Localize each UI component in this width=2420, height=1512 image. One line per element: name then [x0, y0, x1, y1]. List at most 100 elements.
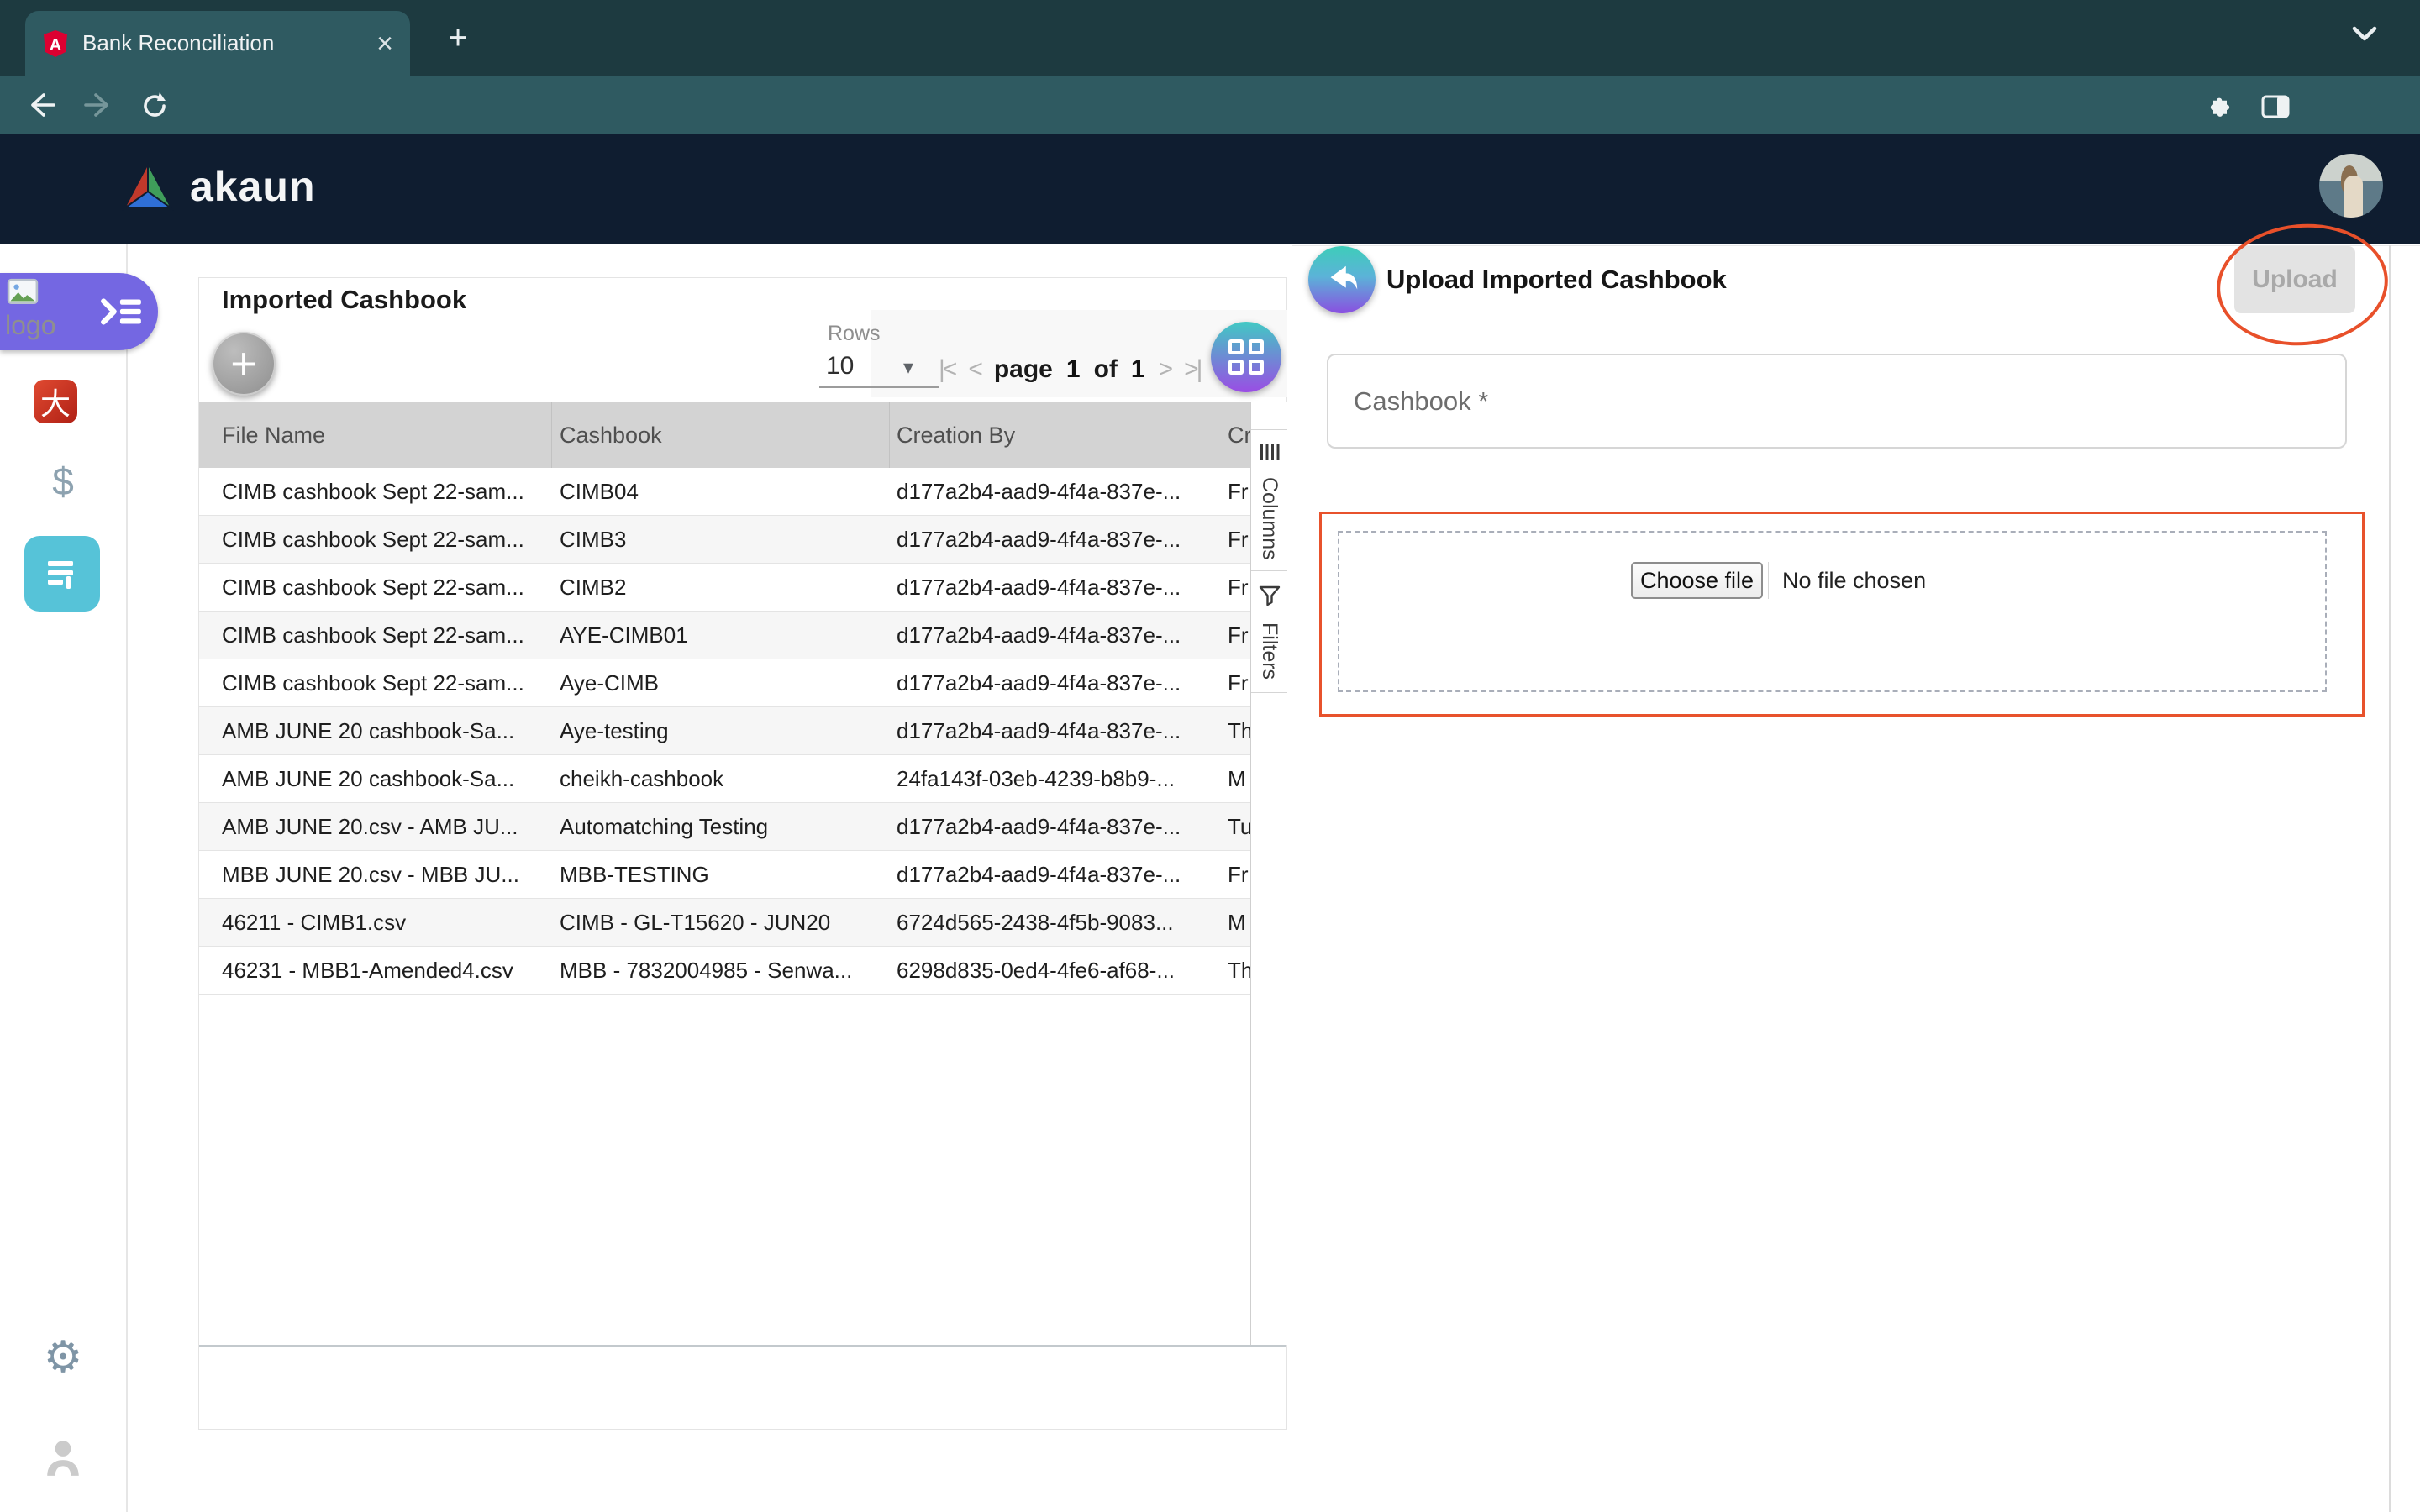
table-row[interactable]: CIMB cashbook Sept 22-sam... CIMB04d177a2…: [199, 468, 1250, 516]
prev-page-button[interactable]: <: [968, 355, 981, 384]
cell-cashbook: Aye-testing: [560, 718, 892, 744]
col-header-creation-by[interactable]: Creation By: [897, 423, 1015, 449]
angular-favicon-icon: A: [42, 29, 69, 58]
table-row[interactable]: CIMB cashbook Sept 22-sam...Aye-CIMBd177…: [199, 659, 1250, 707]
pagination: |< < page 1 of 1 > >|: [939, 355, 1200, 384]
cell-cashbook: CIMB04: [560, 479, 892, 505]
tab-columns[interactable]: Columns: [1257, 477, 1281, 560]
cell-file: CIMB cashbook Sept 22-sam...: [222, 622, 550, 648]
reload-icon[interactable]: [139, 91, 170, 121]
settings-gear-icon[interactable]: ⚙: [0, 1332, 126, 1383]
tab-title: Bank Reconciliation: [82, 30, 368, 56]
last-page-button[interactable]: >|: [1184, 355, 1200, 384]
cell-creation-by: 6298d835-0ed4-4fe6-af68-...: [897, 958, 1216, 984]
table-row[interactable]: AMB JUNE 20 cashbook-Sa...cheikh-cashboo…: [199, 755, 1250, 803]
cell-creation-date: Fr: [1228, 527, 1250, 553]
choose-file-button[interactable]: Choose file: [1631, 562, 1763, 599]
table-row[interactable]: 46231 - MBB1-Amended4.csvMBB - 783200498…: [199, 947, 1250, 995]
sidebar-expand-icon[interactable]: [99, 293, 145, 330]
panel-scrollbar[interactable]: [2389, 245, 2391, 1512]
col-header-cashbook[interactable]: Cashbook: [560, 423, 662, 449]
tab-filters[interactable]: Filters: [1257, 622, 1281, 680]
cashbook-field-label: Cashbook *: [1354, 386, 1488, 417]
cell-creation-date: Th: [1228, 718, 1250, 744]
table-body: CIMB cashbook Sept 22-sam...CIMB04d177a2…: [199, 468, 1250, 995]
cashbook-select-field[interactable]: Cashbook *: [1327, 354, 2347, 449]
file-input-divider: [1768, 562, 1769, 599]
cell-cashbook: AYE-CIMB01: [560, 622, 892, 648]
cell-creation-by: d177a2b4-aad9-4f4a-837e-...: [897, 479, 1216, 505]
sidebar-item-cashbook-active[interactable]: [24, 536, 100, 612]
cell-creation-date: Fr: [1228, 622, 1250, 648]
grid-view-button[interactable]: [1211, 322, 1281, 392]
new-tab-button[interactable]: +: [439, 20, 477, 59]
table-row[interactable]: AMB JUNE 20 cashbook-Sa...Aye-testingd17…: [199, 707, 1250, 755]
cell-creation-by: d177a2b4-aad9-4f4a-837e-...: [897, 814, 1216, 840]
sidebar-logo-pill[interactable]: logo: [0, 273, 158, 350]
svg-text:A: A: [50, 36, 61, 55]
browser-toolbar: akaun.cloud/#/applets/wavelet/erp/bank-r…: [0, 76, 2420, 134]
tab-close-icon[interactable]: ×: [376, 29, 393, 58]
cell-creation-by: d177a2b4-aad9-4f4a-837e-...: [897, 862, 1216, 888]
first-page-button[interactable]: |<: [939, 355, 955, 384]
table-row[interactable]: MBB JUNE 20.csv - MBB JU...MBB-TESTINGd1…: [199, 851, 1250, 899]
app-sidebar: logo 大 $ ⚙: [0, 244, 128, 1512]
cell-cashbook: Automatching Testing: [560, 814, 892, 840]
cell-file: 46211 - CIMB1.csv: [222, 910, 550, 936]
forward-icon[interactable]: [82, 91, 114, 119]
cell-creation-date: Fr: [1228, 479, 1250, 505]
cell-creation-date: Fr: [1228, 575, 1250, 601]
brand-name: akaun: [190, 162, 316, 211]
file-drop-area[interactable]: Choose file No file chosen: [1338, 531, 2327, 692]
cell-file: AMB JUNE 20 cashbook-Sa...: [222, 766, 550, 792]
grid-icon: [1228, 339, 1264, 375]
strip-divider: [1251, 429, 1287, 430]
cell-file: MBB JUNE 20.csv - MBB JU...: [222, 862, 550, 888]
cell-creation-by: d177a2b4-aad9-4f4a-837e-...: [897, 622, 1216, 648]
col-header-creation-date[interactable]: Cr: [1228, 423, 1252, 449]
column-divider: [889, 402, 890, 468]
strip-divider: [1251, 692, 1287, 693]
table-side-strip: Columns Filters: [1250, 402, 1287, 1345]
page-word: page: [994, 355, 1053, 384]
rows-caret-icon[interactable]: ▾: [903, 355, 913, 379]
cell-creation-by: 6724d565-2438-4f5b-9083...: [897, 910, 1216, 936]
akaun-triangle-icon: [118, 160, 178, 213]
table-row[interactable]: CIMB cashbook Sept 22-sam...CIMB2d177a2b…: [199, 564, 1250, 612]
list-form-icon: [42, 554, 82, 594]
profile-person-icon[interactable]: [42, 1437, 84, 1479]
back-button[interactable]: [1308, 246, 1376, 313]
cell-creation-date: M: [1228, 910, 1250, 936]
back-icon[interactable]: [25, 91, 57, 119]
rows-per-page-select[interactable]: 10: [826, 352, 854, 381]
cell-file: CIMB cashbook Sept 22-sam...: [222, 670, 550, 696]
rows-select-underline: [819, 386, 939, 388]
table-row[interactable]: CIMB cashbook Sept 22-sam... AYE-CIMB01d1…: [199, 612, 1250, 659]
browser-tab-strip: A Bank Reconciliation × +: [0, 0, 2420, 76]
columns-icon[interactable]: [1259, 443, 1281, 461]
next-page-button[interactable]: >: [1159, 355, 1171, 384]
extensions-puzzle-icon[interactable]: [2207, 92, 2233, 119]
chevron-down-icon[interactable]: [2349, 24, 2380, 44]
page-current: 1: [1066, 355, 1081, 384]
broken-image-icon: [7, 278, 39, 307]
add-cashbook-button[interactable]: +: [212, 332, 276, 396]
cell-file: CIMB cashbook Sept 22-sam...: [222, 479, 550, 505]
cell-creation-date: Fr: [1228, 862, 1250, 888]
upload-panel: Upload Imported Cashbook Upload Cashbook…: [1292, 245, 2420, 1512]
sidebar-item-app-red[interactable]: 大: [34, 380, 77, 423]
browser-tab[interactable]: A Bank Reconciliation ×: [25, 11, 410, 76]
user-avatar[interactable]: [2319, 154, 2383, 218]
strip-divider: [1251, 570, 1287, 571]
cell-cashbook: MBB - 7832004985 - Senwa...: [560, 958, 892, 984]
side-panel-icon[interactable]: [2260, 94, 2291, 119]
sidebar-item-finance[interactable]: $: [0, 459, 126, 504]
table-row[interactable]: 46211 - CIMB1.csvCIMB - GL-T15620 - JUN2…: [199, 899, 1250, 947]
table-row[interactable]: CIMB cashbook Sept 22-sam...CIMB3d177a2b…: [199, 516, 1250, 564]
filter-funnel-icon[interactable]: [1259, 585, 1281, 606]
cell-creation-date: Tu: [1228, 814, 1250, 840]
col-header-file-name[interactable]: File Name: [222, 423, 325, 449]
reply-arrow-icon: [1323, 260, 1361, 299]
table-row[interactable]: AMB JUNE 20.csv - AMB JU...Automatching …: [199, 803, 1250, 851]
cell-cashbook: CIMB3: [560, 527, 892, 553]
